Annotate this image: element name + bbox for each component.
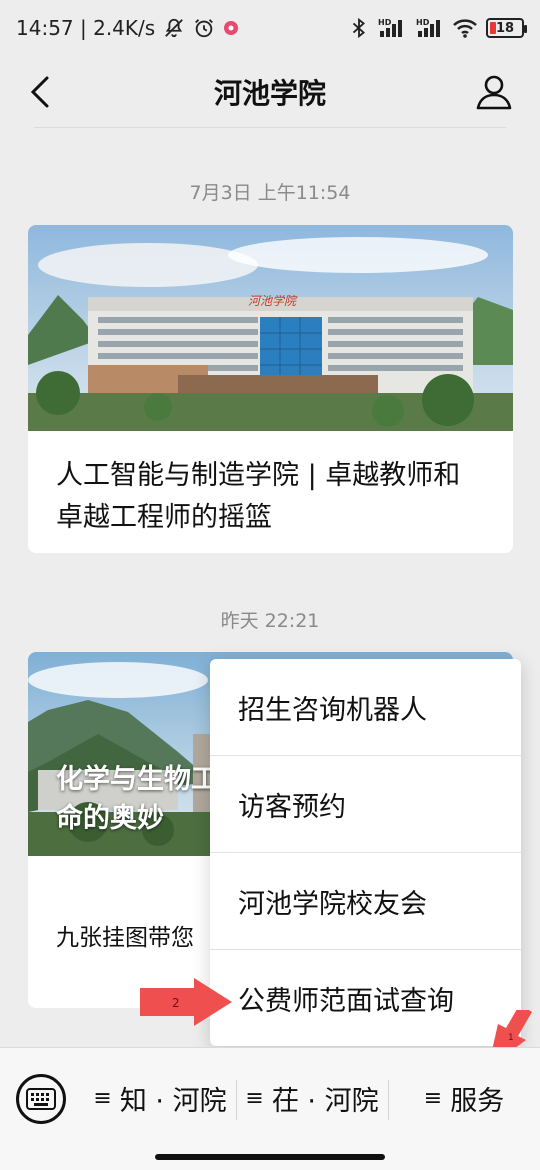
menu-tab-services[interactable]: ≡ 服务 [390, 1068, 538, 1128]
article-title[interactable]: 人工智能与制造学院 | 卓越教师和卓越工程师的摇篮 [28, 431, 513, 553]
message-timestamp: 7月3日 上午11:54 [189, 182, 351, 204]
annotation-label: 1 [508, 1033, 514, 1043]
profile-button[interactable] [470, 66, 518, 118]
status-time-speed: 14:57 | 2.4K/s [16, 16, 156, 40]
status-left: 14:57 | 2.4K/s [16, 16, 239, 40]
tab-divider [236, 1080, 237, 1120]
bottom-menu-bar: ≡ 知 · 河院 ≡ 茌 · 河院 ≡ 服务 [0, 1047, 540, 1170]
menu-item-alumni-association[interactable]: 河池学院校友会 [210, 853, 521, 950]
building-sign-text: 河池学院 [248, 294, 298, 308]
keyboard-toggle-button[interactable] [16, 1074, 66, 1124]
menu-lines-icon: ≡ [423, 1085, 443, 1111]
article-summary[interactable]: 九张挂图带您 [56, 918, 194, 952]
article-card[interactable]: 河池学院 人工智能与制造学院 | 卓越教师和卓越工程师的摇篮 [28, 225, 513, 553]
nav-divider [34, 127, 506, 128]
alarm-icon [193, 17, 215, 39]
home-indicator[interactable] [155, 1154, 385, 1160]
status-bar: 14:57 | 2.4K/s HD HD 18 [0, 0, 540, 56]
article-cover-image: 河池学院 [28, 225, 513, 431]
back-button[interactable] [18, 66, 62, 118]
battery-percent: 18 [495, 20, 515, 36]
menu-tab-label: 茌 · 河院 [271, 1085, 379, 1117]
page-title: 河池学院 [213, 77, 326, 110]
cover-overlay-line: 化学与生物工 [56, 764, 218, 795]
menu-item-visitor-booking[interactable]: 访客预约 [210, 756, 521, 853]
hd-label-2: HD [416, 18, 430, 27]
service-popup-menu: 招生咨询机器人 访客预约 河池学院校友会 公费师范面试查询 [210, 659, 521, 1046]
menu-tab-label: 服务 [450, 1085, 505, 1117]
menu-item-admission-robot[interactable]: 招生咨询机器人 [210, 659, 521, 756]
status-right: HD HD 18 [350, 17, 527, 39]
tab-divider [388, 1080, 389, 1120]
annotation-label: 2 [172, 996, 180, 1010]
nav-bar: 河池学院 [0, 56, 540, 128]
keyboard-icon [26, 1088, 56, 1110]
menu-tab-ren-heyuan[interactable]: ≡ 茌 · 河院 [238, 1068, 386, 1128]
battery-icon: 18 [486, 18, 527, 38]
menu-tab-zhi-heyuan[interactable]: ≡ 知 · 河院 [86, 1068, 234, 1128]
hd-label-1: HD [378, 18, 392, 27]
annotation-arrow-icon: 2 [140, 978, 232, 1026]
menu-lines-icon: ≡ [93, 1085, 112, 1111]
menu-tab-label: 知 · 河院 [119, 1085, 227, 1117]
cover-overlay-text: 化学与生物工 命的奥妙 [56, 760, 218, 838]
bell-off-icon [163, 17, 185, 39]
wifi-icon [452, 17, 478, 39]
bluetooth-icon [350, 17, 368, 39]
menu-lines-icon: ≡ [245, 1085, 264, 1111]
message-timestamp: 昨天 22:21 [220, 610, 320, 632]
signal-1-icon: HD [376, 17, 406, 39]
cover-overlay-line: 命的奥妙 [56, 803, 164, 835]
person-icon [476, 75, 512, 110]
chevron-left-icon [30, 76, 49, 108]
menu-item-normal-student-interview[interactable]: 公费师范面试查询 [210, 950, 521, 1047]
app-notification-icon [223, 20, 239, 36]
signal-2-icon: HD [414, 17, 444, 39]
